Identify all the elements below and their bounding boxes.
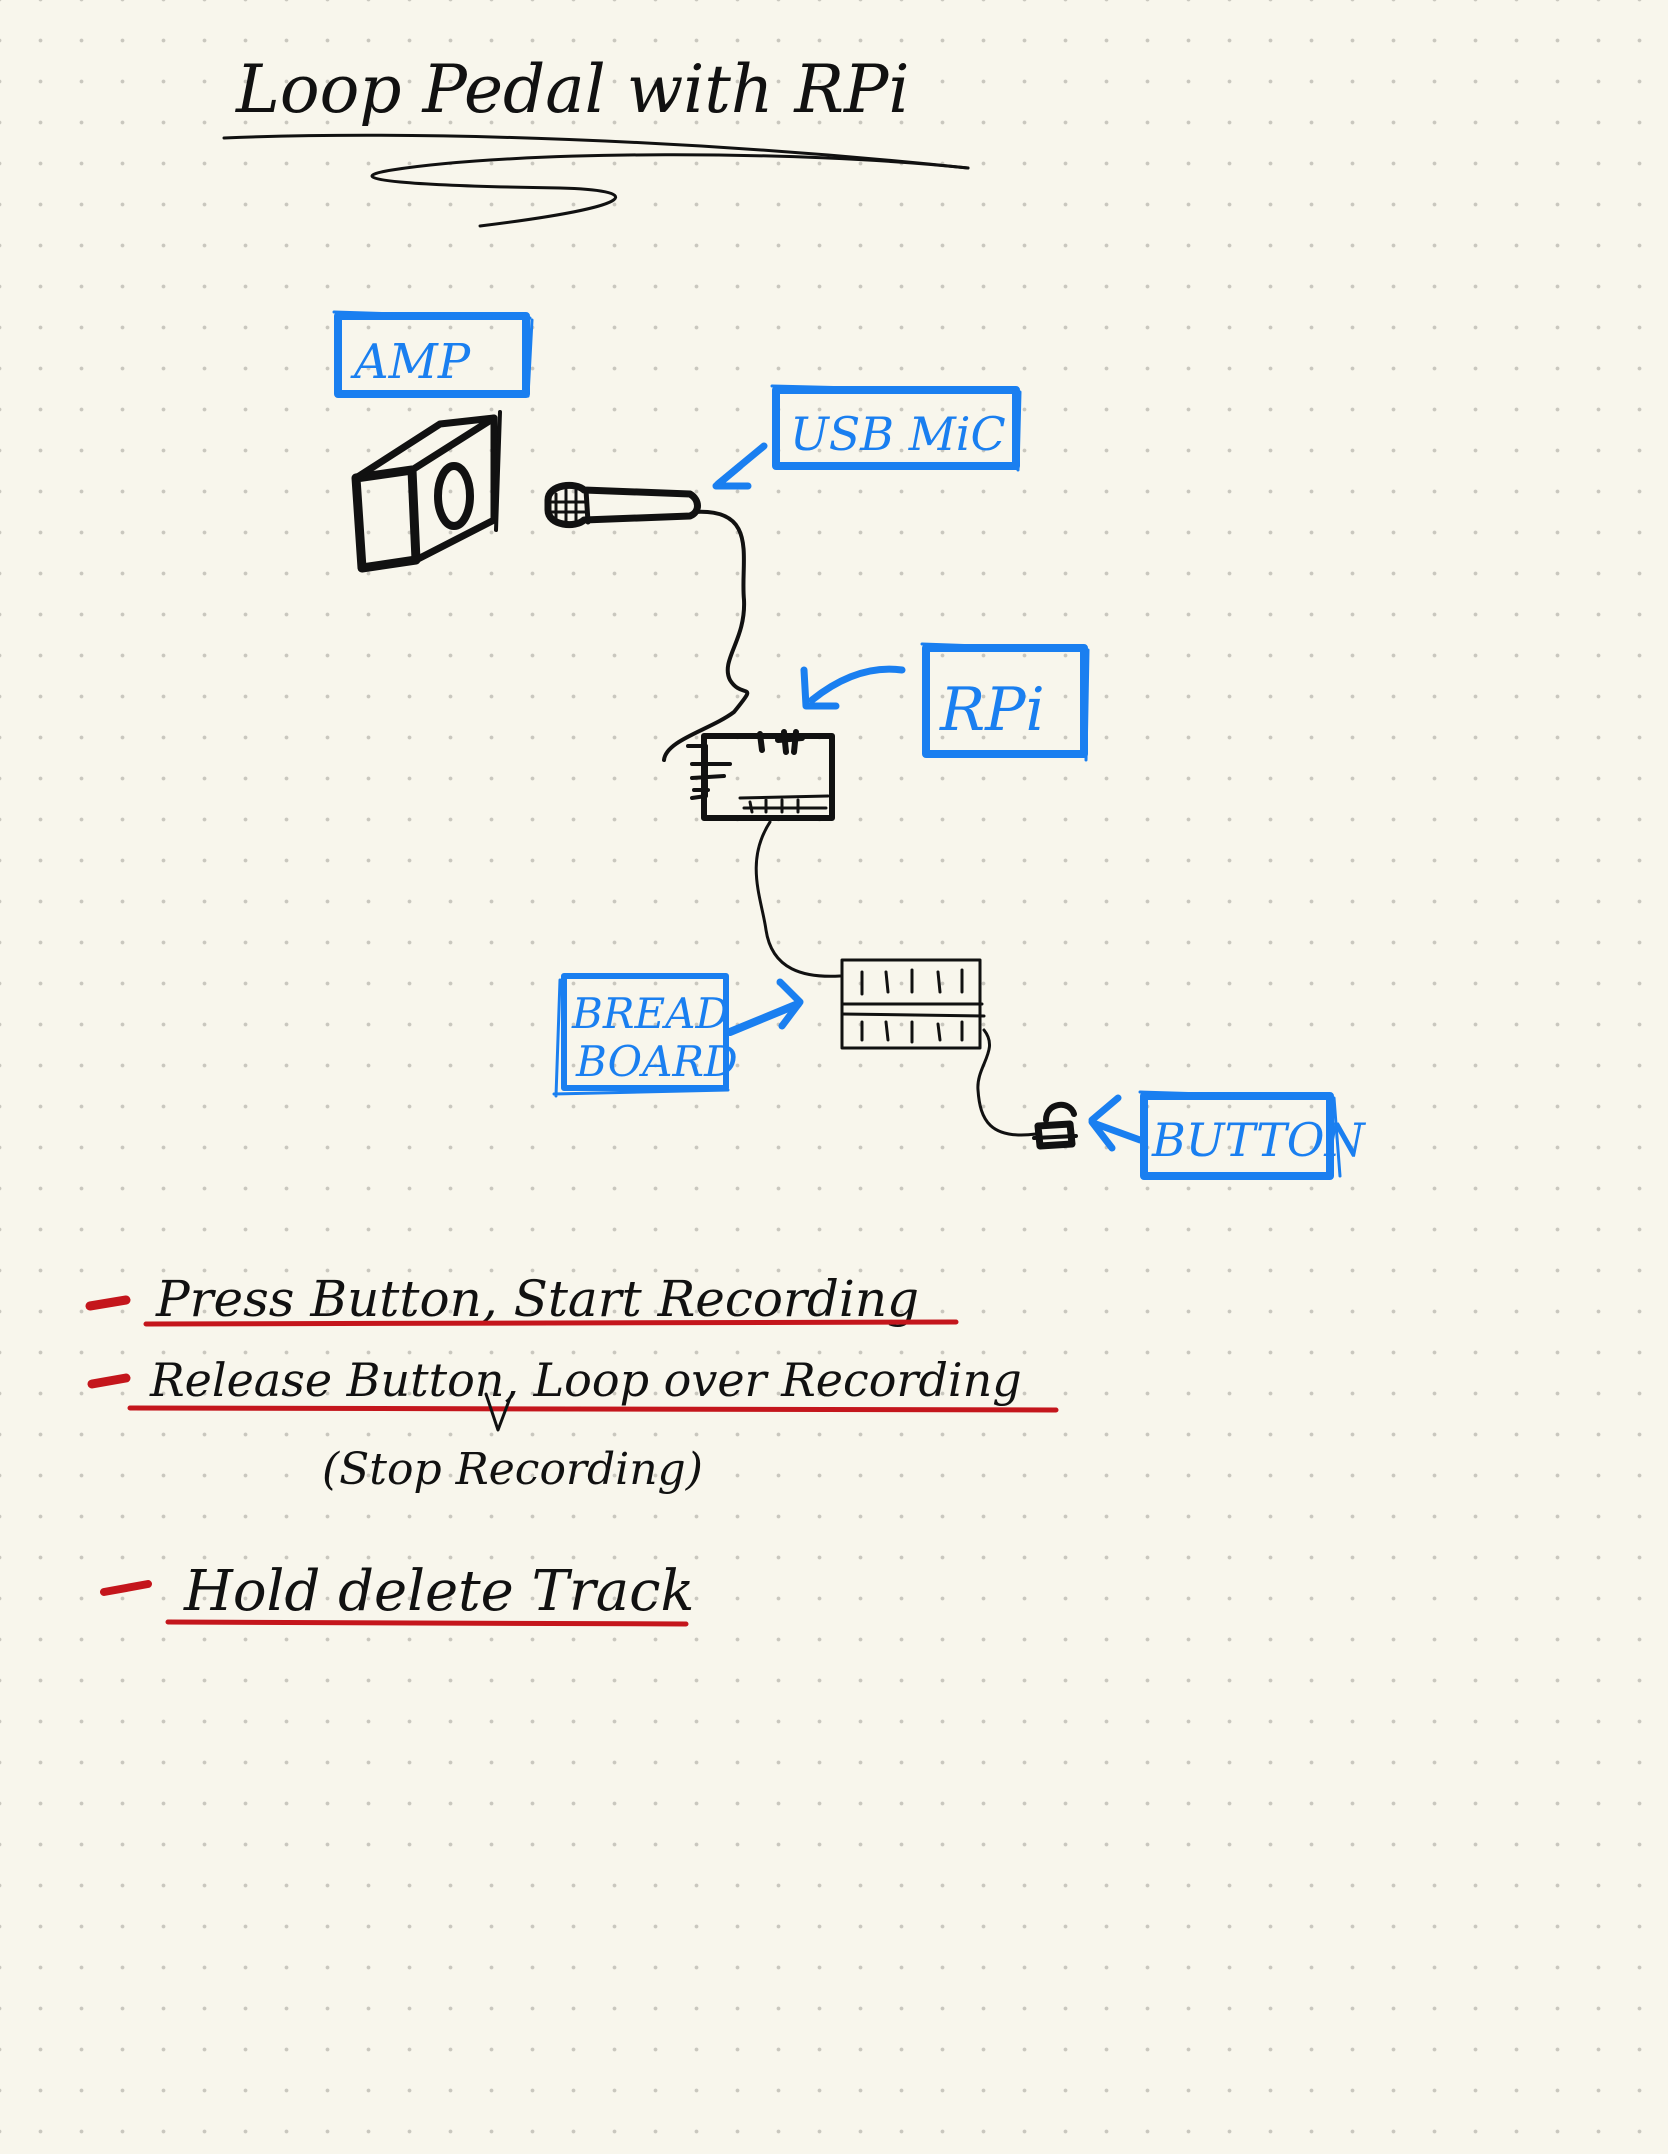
note-item-2: Release Button, Loop over Recording (Sto… [87, 1353, 1059, 1495]
breadboard-label-line2: BOARD [575, 1037, 738, 1086]
note-underline [143, 1319, 959, 1327]
breadboard-icon [840, 958, 986, 1050]
note-text: Release Button, Loop over Recording [149, 1353, 1022, 1407]
title-underline-scribble [222, 133, 970, 228]
note-subtext: (Stop Recording) [322, 1444, 703, 1495]
breadboard-arrow [726, 978, 804, 1036]
note-item-1: Press Button, Start Recording [85, 1270, 959, 1328]
page-title: Loop Pedal with RPi [235, 51, 910, 128]
rpi-to-breadboard-cable [754, 820, 842, 978]
breadboard-to-button-cable [976, 1028, 1038, 1137]
note-text: Press Button, Start Recording [155, 1270, 919, 1328]
usb-mic-label-box: USB MiC [770, 384, 1022, 472]
amp-speaker-icon [351, 410, 502, 573]
note-underline [165, 1619, 689, 1627]
rpi-arrow [800, 665, 906, 710]
breadboard-label-line1: BREAD [571, 989, 729, 1038]
push-button-icon [1032, 1102, 1078, 1150]
note-item-3: Hold delete Track [100, 1559, 694, 1627]
note-bullet [100, 1580, 152, 1596]
amp-label: AMP [350, 334, 471, 390]
button-arrow [1088, 1094, 1144, 1152]
rpi-label: RPi [939, 675, 1045, 745]
raspberry-pi-board-icon [686, 729, 835, 821]
breadboard-label-box: BREAD BOARD [552, 973, 738, 1098]
mic-to-rpi-cable [662, 509, 750, 762]
note-text: Hold delete Track [183, 1559, 694, 1624]
button-label-box: BUTTON [1138, 1090, 1367, 1180]
amp-label-box: AMP [332, 310, 534, 398]
microphone-icon [544, 481, 701, 529]
rpi-label-box: RPi [920, 642, 1090, 762]
usb-mic-arrow [712, 442, 768, 490]
note-underline [127, 1405, 1059, 1413]
usb-mic-label: USB MiC [790, 407, 1006, 461]
note-bullet [85, 1295, 131, 1311]
note-bullet [87, 1373, 131, 1389]
button-label: BUTTON [1151, 1113, 1367, 1167]
loop-pedal-sketch: Loop Pedal with RPi AMP USB MiC RPi BREA… [85, 51, 1367, 1627]
